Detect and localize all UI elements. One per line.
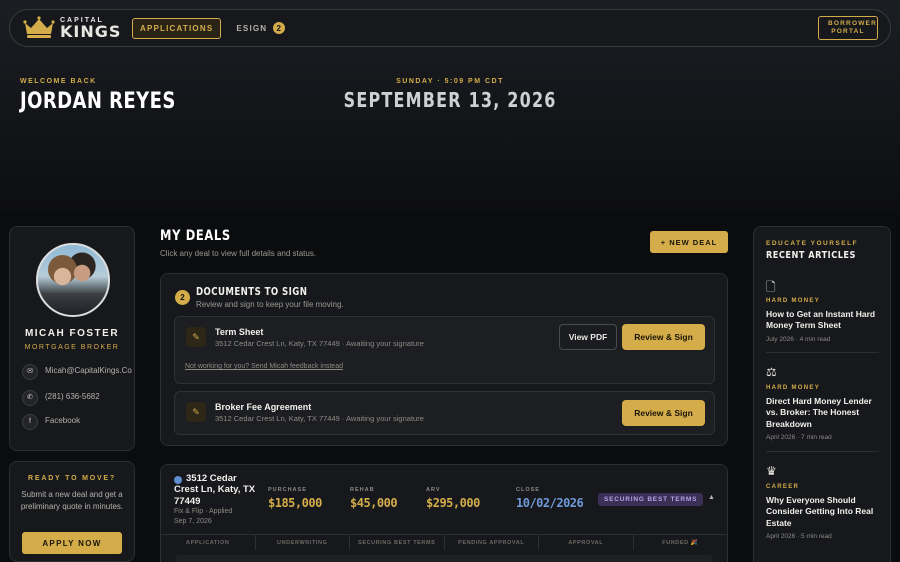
brand-logo[interactable]: CAPITAL KINGS [22,15,124,41]
my-deals-subtitle: Click any deal to view full details and … [160,249,317,258]
tab-esign-label: ESIGN [236,23,268,33]
stat-arv: ARV $295,000 [426,487,480,510]
documents-title: DOCUMENTS TO SIGN [196,286,308,298]
documents-count-badge: 2 [175,290,190,305]
review-sign-button[interactable]: Review & Sign [622,400,705,426]
article-title: Why Everyone Should Consider Getting Int… [766,495,874,528]
document-row-term-sheet: ✎ Term Sheet 3512 Cedar Crest Ln, Katy, … [174,316,715,384]
facebook-icon: f [22,414,38,430]
crown-logo-icon [23,16,55,38]
step-funded: FUNDED 🎉 [662,540,699,546]
ready-to-move-card: READY TO MOVE? Submit a new deal and get… [9,461,135,562]
documents-to-sign-card: 2 DOCUMENTS TO SIGN Review and sign to k… [160,273,728,446]
esign-count-badge: 2 [273,22,286,34]
step-pending-approval: PENDING APPROVAL [445,535,539,550]
apply-now-button[interactable]: APPLY NOW [22,532,122,554]
divider [766,352,879,353]
phone-icon: ✆ [22,390,38,406]
broker-role: MORTGAGE BROKER [24,344,120,351]
step-application: APPLICATION [161,535,256,550]
contact-facebook-text: Facebook [45,416,81,425]
portal-line-1: BORROWER [828,19,877,27]
new-deal-button[interactable]: + NEW DEAL [650,231,728,253]
article-category: HARD MONEY [766,298,821,304]
document-row-broker-fee: ✎ Broker Fee Agreement 3512 Cedar Crest … [174,391,715,435]
view-pdf-button[interactable]: View PDF [559,324,617,350]
deal-type-line: Fix & Flip · Applied [174,508,233,515]
review-sign-button[interactable]: Review & Sign [622,324,705,350]
cta-text: Submit a new deal and get a preliminary … [20,490,124,511]
my-deals-title: MY DEALS [160,228,231,244]
stat-label: REHAB [350,487,375,493]
document-name: Broker Fee Agreement [215,402,312,412]
divider [766,451,879,452]
stat-value: $295,000 [426,496,480,510]
stat-rehab: REHAB $45,000 [350,487,398,510]
article-title: How to Get an Instant Hard Money Term Sh… [766,309,876,331]
logo-text-bottom: KINGS [60,21,122,41]
step-securing-best-terms: SECURING BEST TERMS [350,535,445,550]
top-navbar: CAPITAL KINGS APPLICATIONS ESIGN 2 BORRO… [9,9,891,47]
document-name: Term Sheet [215,327,264,337]
articles-title: RECENT ARTICLES [766,250,856,261]
contact-phone[interactable]: ✆ (281) 636-5682 [22,390,123,406]
contact-phone-text: (281) 636-5682 [45,392,100,401]
broker-profile-card: MICAH FOSTER MORTGAGE BROKER ✉ Micah@Cap… [9,226,135,451]
stat-label: PURCHASE [268,487,307,493]
document-meta: 3512 Cedar Crest Ln, Katy, TX 77449 · Aw… [215,339,424,348]
stat-close: CLOSE 10/02/2026 [516,487,584,510]
deal-progress-stepper: APPLICATION UNDERWRITING SECURING BEST T… [161,534,727,550]
pen-icon: ✎ [186,327,206,347]
stat-purchase: PURCHASE $185,000 [268,487,322,510]
crown-icon: ♛ [766,464,777,478]
cta-title: READY TO MOVE? [28,475,116,482]
article-title: Direct Hard Money Lender vs. Broker: The… [766,396,872,429]
article-item[interactable]: ⚖ HARD MONEY Direct Hard Money Lender vs… [766,365,879,441]
deal-card[interactable]: 3512 Cedar Crest Ln, Katy, TX 77449 Fix … [160,464,728,562]
date-heading-text: SEPTEMBER 13, 2026 [343,88,557,112]
stat-label: ARV [426,487,441,493]
broker-avatar [36,243,110,317]
portal-line-2: PORTAL [831,28,865,35]
day-time-label: SUNDAY · 5:09 PM CDT [396,78,504,85]
article-meta: July 2026 · 4 min read [766,335,831,343]
contact-email[interactable]: ✉ Micah@CapitalKings.Co [22,364,132,380]
collapse-caret-icon[interactable]: ▲ [708,494,715,501]
stat-value: $45,000 [350,496,398,510]
deal-details-strip [175,555,713,562]
borrower-portal-button[interactable]: BORROWER PORTAL [818,15,878,41]
stat-value: $185,000 [268,496,322,510]
stat-label: CLOSE [516,487,540,493]
step-approval: APPROVAL [539,535,634,550]
scales-icon: ⚖ [766,365,777,379]
article-category: HARD MONEY [766,385,821,391]
document-icon: 🗋 [766,280,776,294]
tab-esign[interactable]: ESIGN 2 [229,17,292,39]
broker-name: MICAH FOSTER [24,328,120,339]
contact-facebook[interactable]: f Facebook [22,414,123,430]
tab-applications[interactable]: APPLICATIONS [132,17,222,39]
article-item[interactable]: 🗋 HARD MONEY How to Get an Instant Hard … [766,278,879,343]
document-meta: 3512 Cedar Crest Ln, Katy, TX 77449 · Aw… [215,414,424,423]
mail-icon: ✉ [22,364,38,380]
send-feedback-link[interactable]: Not working for you? Send Micah feedback… [185,363,343,370]
article-meta: April 2026 · 5 min read [766,533,832,541]
articles-eyebrow: EDUCATE YOURSELF [766,240,859,247]
contact-email-text: Micah@CapitalKings.Co [45,366,132,375]
documents-subtitle: Review and sign to keep your file moving… [196,300,344,309]
article-category: CAREER [766,484,800,490]
recent-articles-card: EDUCATE YOURSELF RECENT ARTICLES 🗋 HARD … [753,226,891,562]
article-item[interactable]: ♛ CAREER Why Everyone Should Consider Ge… [766,464,879,540]
deal-address: 3512 Cedar Crest Ln, Katy, TX 77449 [174,473,256,507]
pen-icon: ✎ [186,402,206,422]
step-underwriting: UNDERWRITING [256,535,350,550]
article-meta: April 2026 · 7 min read [766,434,832,442]
deal-date-line: Sep 7, 2026 [174,517,212,525]
deal-type: Fix & Flip · Applied Sep 7, 2026 [174,507,232,527]
deal-status-badge: SECURING BEST TERMS [598,493,704,506]
date-heading: SEPTEMBER 13, 2026 [0,88,900,112]
stat-value: 10/02/2026 [516,496,584,510]
